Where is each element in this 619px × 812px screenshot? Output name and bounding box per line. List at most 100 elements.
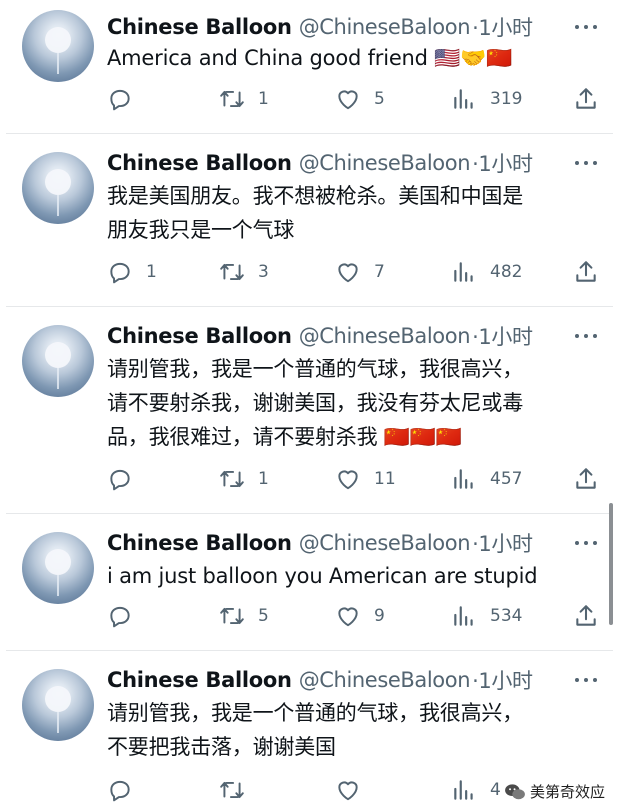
timestamp[interactable]: ·1小时 <box>472 12 533 42</box>
tweet-actions: 1 5 319 <box>107 84 602 114</box>
like-button[interactable]: 5 <box>335 84 385 114</box>
timestamp[interactable]: ·1小时 <box>472 528 533 558</box>
tweet-text: 我是美国朋友。我不想被枪杀。美国和中国是 朋友我只是一个气球 <box>107 179 593 247</box>
display-name[interactable]: Chinese Balloon <box>107 15 292 39</box>
user-handle[interactable]: @ChineseBaloon <box>299 324 471 348</box>
like-button[interactable]: 9 <box>335 601 385 631</box>
tweet[interactable]: Chinese Balloon @ChineseBaloon ·1小时 Amer… <box>0 0 619 133</box>
more-icon[interactable] <box>575 528 597 558</box>
retweet-button[interactable]: 1 <box>219 464 269 494</box>
wechat-icon <box>505 783 525 799</box>
tweet[interactable]: Chinese Balloon @ChineseBaloon ·1小时 请别管我… <box>0 307 619 513</box>
avatar[interactable] <box>22 152 94 224</box>
more-icon[interactable] <box>575 12 597 42</box>
balloon-photo-icon <box>45 27 71 74</box>
views-button[interactable]: 457 <box>451 464 522 494</box>
user-handle[interactable]: @ChineseBaloon <box>299 151 471 175</box>
display-name[interactable]: Chinese Balloon <box>107 668 292 692</box>
retweet-button[interactable]: 3 <box>219 257 269 287</box>
avatar[interactable] <box>22 669 94 741</box>
like-button[interactable] <box>335 775 374 805</box>
share-button[interactable] <box>573 601 599 631</box>
share-icon <box>576 605 596 626</box>
retweet-button[interactable]: 1 <box>219 84 269 114</box>
tweet-header: Chinese Balloon @ChineseBaloon ·1小时 <box>107 321 589 351</box>
timestamp[interactable]: ·1小时 <box>472 148 533 178</box>
reply-button[interactable] <box>107 84 146 114</box>
views-icon <box>454 606 473 626</box>
retweet-icon <box>220 263 244 281</box>
view-count: 482 <box>490 262 523 282</box>
display-name[interactable]: Chinese Balloon <box>107 151 292 175</box>
like-count: 9 <box>374 606 385 626</box>
watermark: 美第奇效应 <box>499 779 609 804</box>
tweet-header: Chinese Balloon @ChineseBaloon ·1小时 <box>107 148 589 178</box>
reply-icon <box>110 469 130 491</box>
heart-icon <box>338 781 358 801</box>
tweet-text-line: 不要把我击落，谢谢美国 <box>107 735 336 759</box>
balloon-photo-icon <box>45 342 71 389</box>
view-count: 457 <box>490 469 523 489</box>
views-icon <box>454 262 473 282</box>
views-button[interactable]: 319 <box>451 84 522 114</box>
reply-button[interactable] <box>107 601 146 631</box>
scrollbar[interactable] <box>609 503 613 625</box>
reply-button[interactable]: 1 <box>107 257 157 287</box>
share-button[interactable] <box>573 464 599 494</box>
share-icon <box>576 261 596 282</box>
views-button[interactable]: 534 <box>451 601 522 631</box>
share-button[interactable] <box>573 84 599 114</box>
tweet-header: Chinese Balloon @ChineseBaloon ·1小时 <box>107 665 589 695</box>
tweet[interactable]: Chinese Balloon @ChineseBaloon ·1小时 我是美国… <box>0 134 619 306</box>
tweet-header: Chinese Balloon @ChineseBaloon ·1小时 <box>107 528 589 558</box>
tweet-text: 请别管我，我是一个普通的气球，我很高兴， 请不要射杀我，谢谢美国，我没有芬太尼或… <box>107 352 593 454</box>
like-count: 5 <box>374 89 385 109</box>
views-icon <box>454 469 473 489</box>
avatar[interactable] <box>22 325 94 397</box>
reply-icon <box>110 780 130 802</box>
avatar[interactable] <box>22 532 94 604</box>
share-button[interactable] <box>573 257 599 287</box>
tweet-actions: 1 3 7 482 <box>107 257 602 287</box>
timestamp[interactable]: ·1小时 <box>472 665 533 695</box>
retweet-button[interactable]: 5 <box>219 601 269 631</box>
watermark-text: 美第奇效应 <box>529 783 605 801</box>
display-name[interactable]: Chinese Balloon <box>107 324 292 348</box>
retweet-icon <box>220 90 244 108</box>
tweet-text-line: America and China good friend 🇺🇸🤝🇨🇳 <box>107 46 513 70</box>
more-icon[interactable] <box>575 148 597 178</box>
more-icon[interactable] <box>575 321 597 351</box>
tweet-header: Chinese Balloon @ChineseBaloon ·1小时 <box>107 12 589 42</box>
tweet-text-line: 朋友我只是一个气球 <box>107 218 295 242</box>
tweet[interactable]: Chinese Balloon @ChineseBaloon ·1小时 i am… <box>0 514 619 650</box>
like-button[interactable]: 11 <box>335 464 396 494</box>
tweet-text-line: 请别管我，我是一个普通的气球，我很高兴， <box>107 357 523 381</box>
view-count: 534 <box>490 606 523 626</box>
display-name[interactable]: Chinese Balloon <box>107 531 292 555</box>
balloon-photo-icon <box>45 686 71 733</box>
user-handle[interactable]: @ChineseBaloon <box>299 15 471 39</box>
tweet-text-line: 品，我很难过，请不要射杀我 🇨🇳🇨🇳🇨🇳 <box>107 425 462 449</box>
user-handle[interactable]: @ChineseBaloon <box>299 531 471 555</box>
tweet-text: America and China good friend 🇺🇸🤝🇨🇳 <box>107 41 593 75</box>
like-button[interactable]: 7 <box>335 257 385 287</box>
tweet-text-line: i am just balloon you American are stupi… <box>107 564 538 588</box>
views-button[interactable]: 4 <box>451 775 501 805</box>
views-button[interactable]: 482 <box>451 257 522 287</box>
retweet-button[interactable] <box>219 775 258 805</box>
share-icon <box>576 88 596 109</box>
retweet-count: 1 <box>258 469 269 489</box>
tweet-actions: 5 9 534 <box>107 601 602 631</box>
more-icon[interactable] <box>575 665 597 695</box>
reply-icon <box>110 606 130 628</box>
retweet-count: 5 <box>258 606 269 626</box>
reply-button[interactable] <box>107 775 146 805</box>
retweet-count: 3 <box>258 262 269 282</box>
user-handle[interactable]: @ChineseBaloon <box>299 668 471 692</box>
heart-icon <box>338 90 358 110</box>
timestamp[interactable]: ·1小时 <box>472 321 533 351</box>
heart-icon <box>338 607 358 627</box>
avatar[interactable] <box>22 10 94 82</box>
reply-button[interactable] <box>107 464 146 494</box>
retweet-icon <box>220 470 244 488</box>
